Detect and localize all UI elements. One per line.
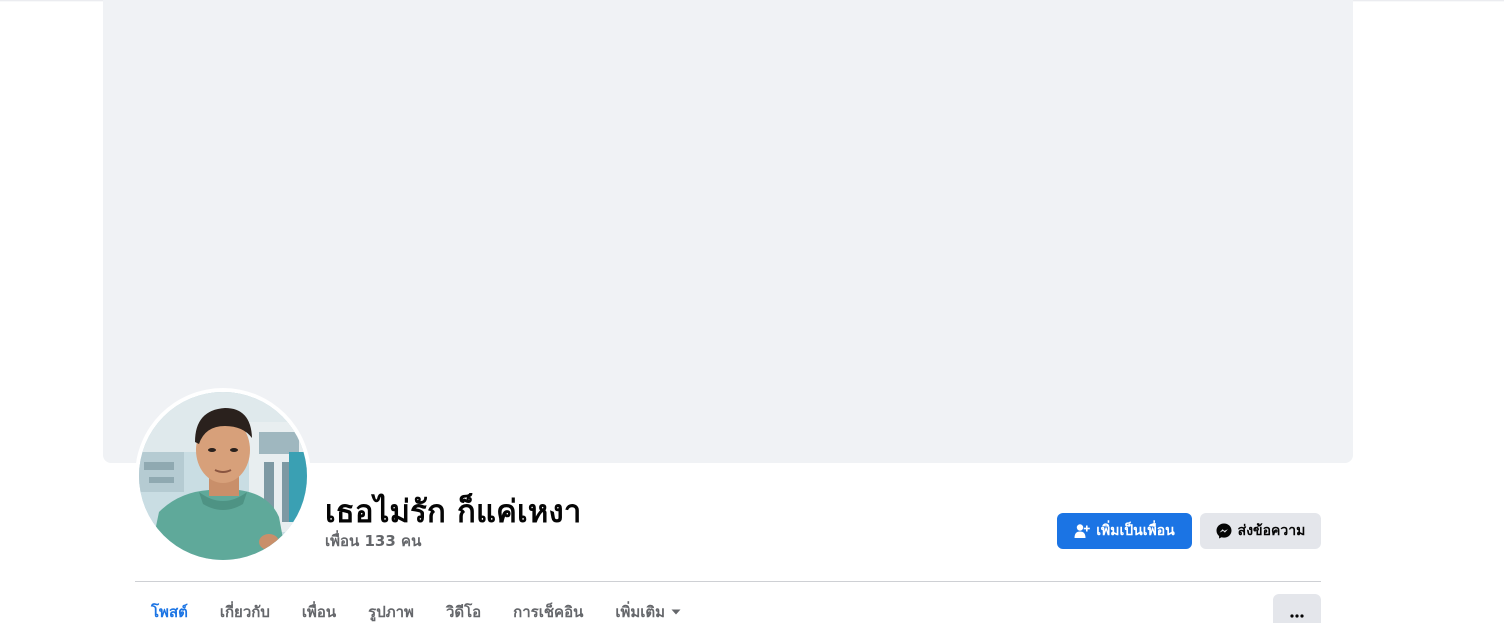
tab-videos[interactable]: วิดีโอ — [430, 582, 497, 623]
tab-more[interactable]: เพิ่มเติม — [599, 582, 697, 623]
cover-photo[interactable] — [103, 0, 1353, 463]
tab-posts[interactable]: โพสต์ — [135, 582, 204, 623]
tab-label: รูปภาพ — [368, 602, 414, 621]
profile-tabs: โพสต์ เกี่ยวกับ เพื่อน รูปภาพ วิดีโอ การ… — [135, 582, 697, 623]
send-message-label: ส่งข้อความ — [1237, 523, 1306, 539]
add-friend-icon — [1074, 523, 1091, 539]
tab-label: เพิ่มเติม — [615, 602, 666, 621]
friends-count-link[interactable]: เพื่อน 133 คน — [325, 529, 421, 553]
more-horizontal-icon — [1290, 603, 1304, 622]
avatar-image — [139, 392, 307, 560]
tab-friends[interactable]: เพื่อน — [286, 582, 352, 623]
profile-page: เธอไม่รัก ก็แค่เหงา เพื่อน 133 คน เพิ่มเ… — [0, 0, 1504, 623]
send-message-button[interactable]: ส่งข้อความ — [1200, 513, 1321, 549]
more-options-button[interactable] — [1273, 594, 1321, 623]
tab-label: เกี่ยวกับ — [219, 602, 270, 621]
tab-label: โพสต์ — [151, 602, 188, 621]
avatar[interactable] — [139, 392, 307, 560]
tab-label: วิดีโอ — [445, 602, 482, 621]
add-friend-button[interactable]: เพิ่มเป็นเพื่อน — [1057, 513, 1192, 549]
tab-label: การเช็คอิน — [513, 602, 584, 621]
profile-picture[interactable] — [135, 388, 311, 564]
tab-label: เพื่อน — [301, 602, 337, 621]
tab-photos[interactable]: รูปภาพ — [352, 582, 430, 623]
tab-checkins[interactable]: การเช็คอิน — [497, 582, 599, 623]
caret-down-icon — [671, 609, 681, 615]
messenger-icon — [1216, 523, 1232, 539]
add-friend-label: เพิ่มเป็นเพื่อน — [1096, 523, 1175, 539]
tab-about[interactable]: เกี่ยวกับ — [204, 582, 286, 623]
